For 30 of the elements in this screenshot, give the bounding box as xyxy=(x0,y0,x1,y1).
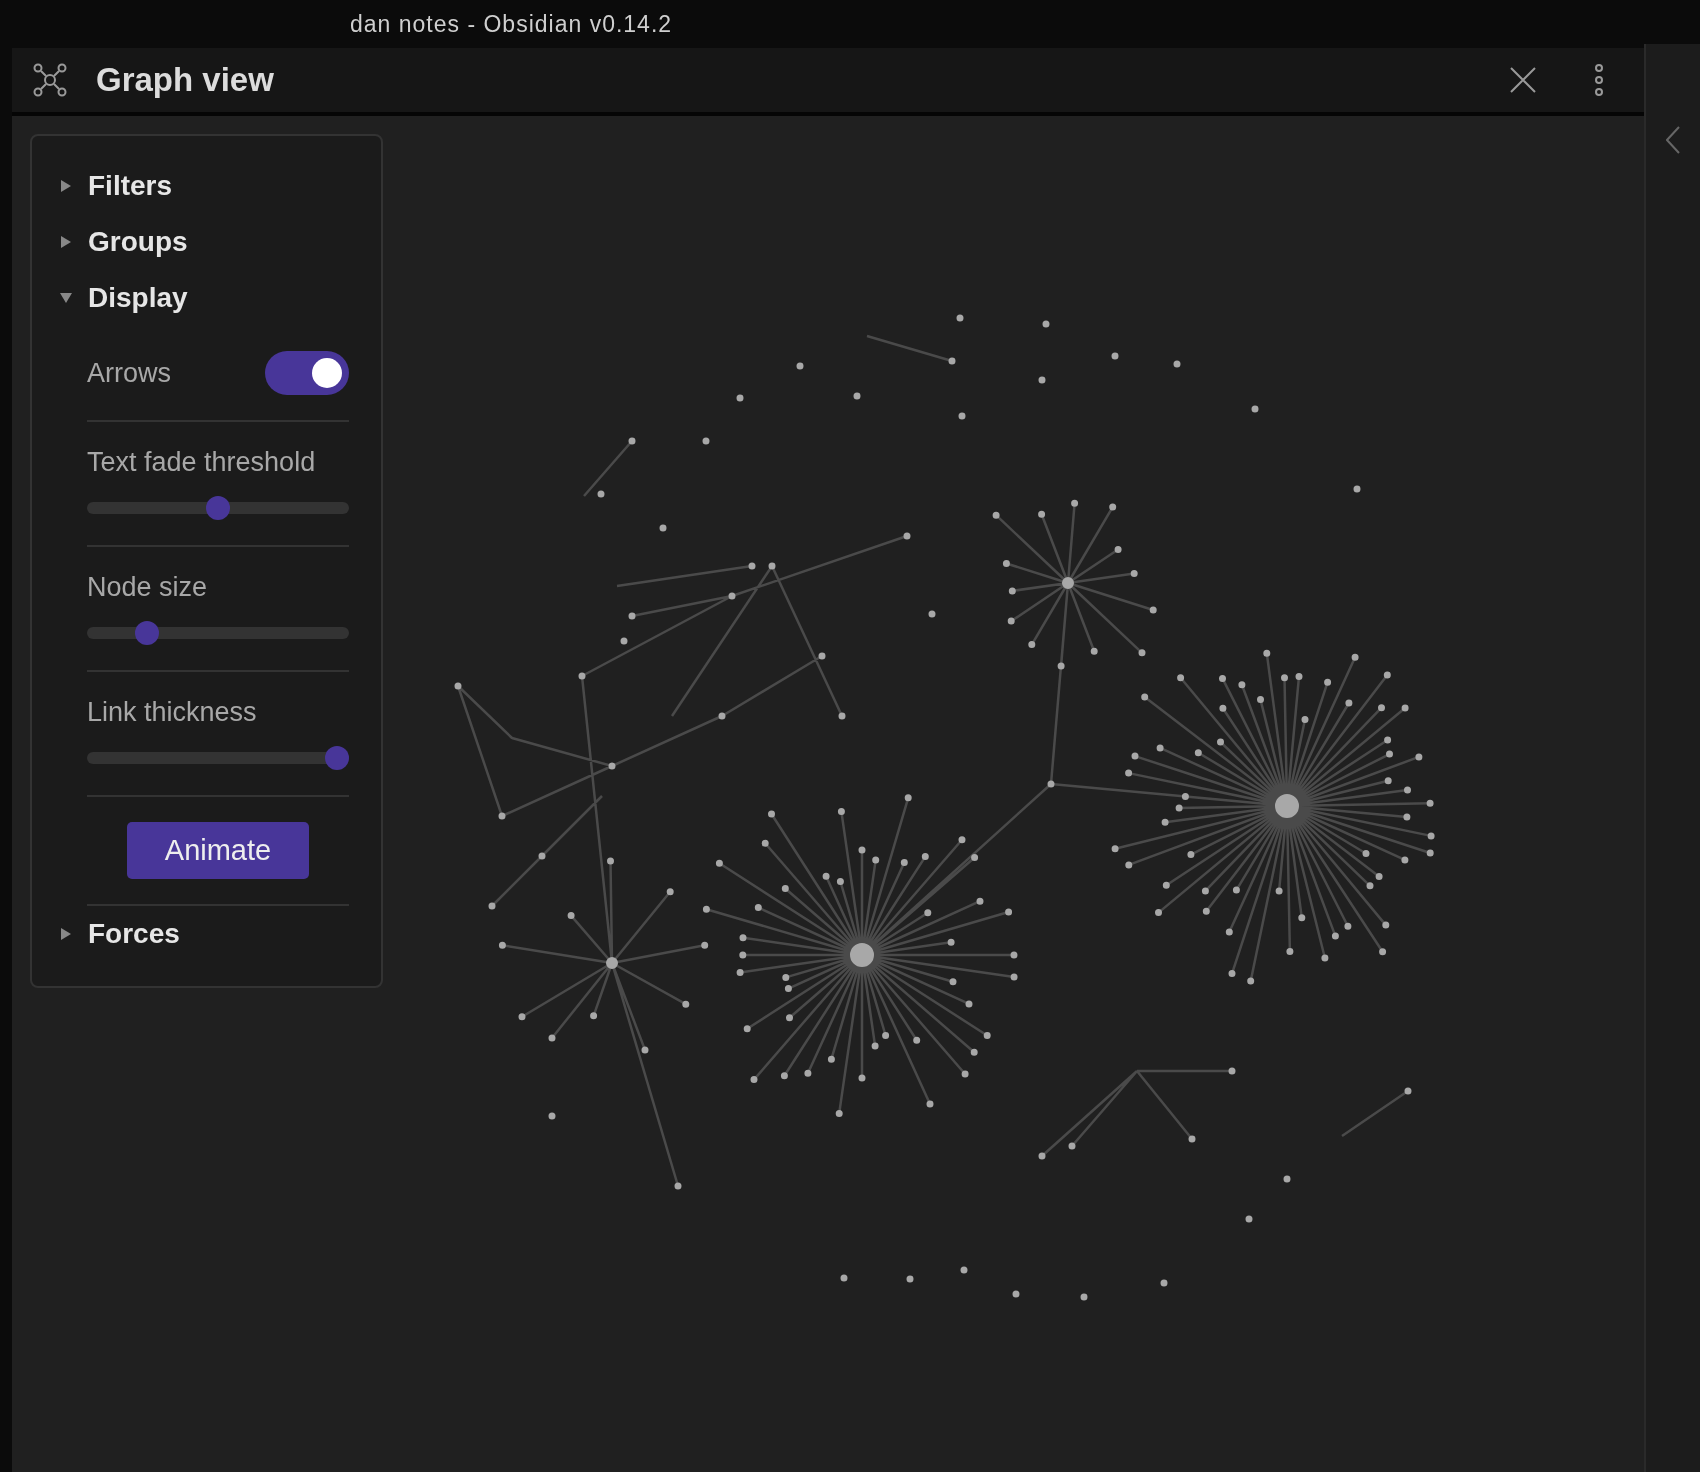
setting-label: Node size xyxy=(87,572,209,603)
caret-icon xyxy=(60,927,72,941)
slider-thumb[interactable] xyxy=(206,496,230,520)
view-title: Graph view xyxy=(96,61,275,99)
slider[interactable] xyxy=(87,746,349,770)
setting-label: Arrows xyxy=(87,357,171,389)
setting-label: Link thickness xyxy=(87,697,258,728)
window-title: dan notes - Obsidian v0.14.2 xyxy=(350,10,673,38)
caret-icon xyxy=(60,179,72,193)
caret-icon xyxy=(60,235,72,249)
graph-icon[interactable] xyxy=(32,62,68,98)
caret-icon xyxy=(59,292,73,304)
chevron-left-icon[interactable] xyxy=(1666,126,1680,154)
section-title: Forces xyxy=(88,918,180,950)
slider-thumb[interactable] xyxy=(325,746,349,770)
animate-button[interactable]: Animate xyxy=(126,822,310,879)
setting-label: Text fade threshold xyxy=(87,447,317,478)
section-header[interactable]: Display xyxy=(60,270,349,326)
slider-thumb[interactable] xyxy=(134,621,159,645)
slider[interactable] xyxy=(87,621,349,645)
close-icon[interactable] xyxy=(1510,67,1536,93)
section-title: Groups xyxy=(88,226,188,258)
more-options-icon[interactable] xyxy=(1594,64,1604,96)
section-title: Display xyxy=(88,282,188,314)
arrows-toggle[interactable] xyxy=(265,351,349,395)
section-header[interactable]: Forces xyxy=(60,906,349,962)
section-header[interactable]: Filters xyxy=(60,158,349,214)
slider[interactable] xyxy=(87,496,349,520)
section-header[interactable]: Groups xyxy=(60,214,349,270)
section-title: Filters xyxy=(88,170,173,202)
